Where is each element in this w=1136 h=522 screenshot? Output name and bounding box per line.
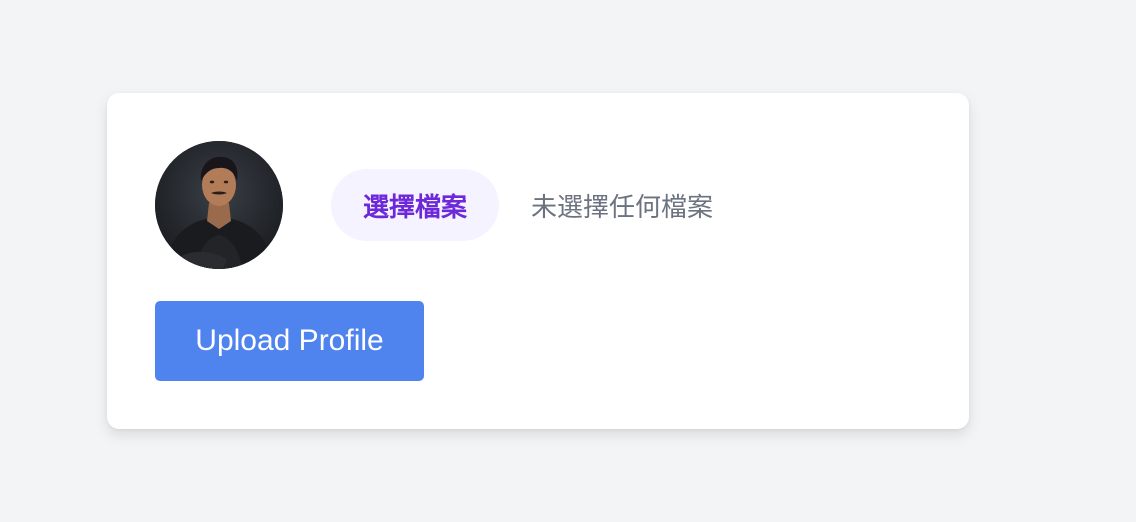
profile-upload-card: 選擇檔案 未選擇任何檔案 Upload Profile (107, 93, 969, 429)
avatar (155, 141, 283, 269)
choose-file-label: 選擇檔案 (363, 192, 468, 223)
upload-profile-button[interactable]: Upload Profile (155, 301, 424, 381)
choose-file-button[interactable]: 選擇檔案 (331, 169, 500, 241)
file-picker-row: 選擇檔案 未選擇任何檔案 (155, 141, 713, 269)
profile-photo-icon (155, 141, 283, 269)
upload-profile-label: Upload Profile (195, 324, 384, 357)
file-status-text: 未選擇任何檔案 (531, 192, 714, 223)
